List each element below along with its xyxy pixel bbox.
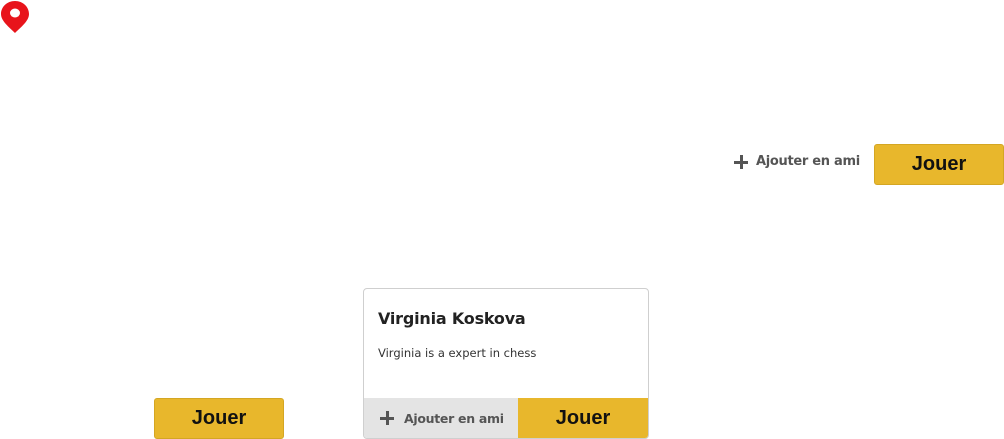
player-name: Virginia Koskova: [378, 309, 526, 328]
add-friend-label: Ajouter en ami: [756, 154, 860, 169]
card-footer: Ajouter en ami Jouer: [364, 398, 648, 438]
plus-icon: [734, 154, 748, 169]
card-add-friend-button[interactable]: Ajouter en ami: [364, 398, 518, 438]
play-button-standalone[interactable]: Jouer: [154, 398, 284, 439]
card-play-button[interactable]: Jouer: [518, 398, 648, 438]
player-card: Virginia Koskova Virginia is a expert in…: [363, 288, 649, 439]
location-pin-icon: [1, 1, 29, 33]
add-friend-button[interactable]: Ajouter en ami: [734, 154, 860, 169]
card-add-friend-label: Ajouter en ami: [404, 410, 504, 426]
player-description: Virginia is a expert in chess: [378, 346, 537, 360]
plus-icon: [380, 411, 394, 425]
play-button[interactable]: Jouer: [874, 144, 1004, 185]
page: Ajouter en ami Jouer Jouer Virginia Kosk…: [0, 0, 1004, 439]
